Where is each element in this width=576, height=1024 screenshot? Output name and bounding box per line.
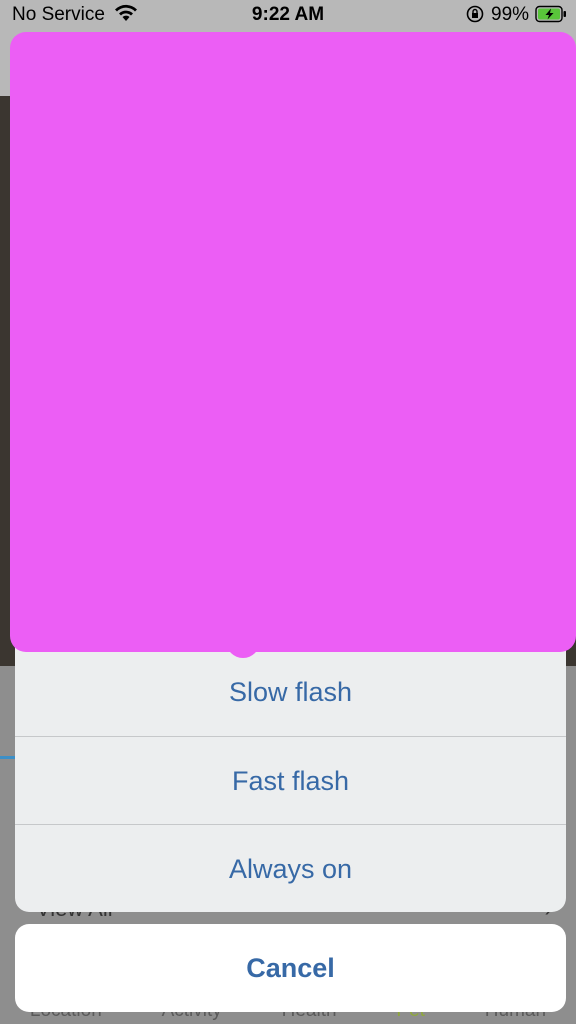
action-sheet: Slow flash Fast flash Always on <box>15 620 566 912</box>
option-fast-flash[interactable]: Fast flash <box>15 736 566 825</box>
cancel-button[interactable]: Cancel <box>15 924 566 1012</box>
clock: 9:22 AM <box>251 4 325 25</box>
option-always-on[interactable]: Always on <box>15 824 566 912</box>
battery-percent: 99% <box>491 4 530 25</box>
battery-charging-icon <box>535 5 566 23</box>
magenta-overlay <box>10 32 576 652</box>
orientation-lock-icon <box>466 5 484 23</box>
option-slow-flash[interactable]: Slow flash <box>15 648 566 736</box>
status-bar: No Service 9:22 AM 99% <box>0 0 576 30</box>
